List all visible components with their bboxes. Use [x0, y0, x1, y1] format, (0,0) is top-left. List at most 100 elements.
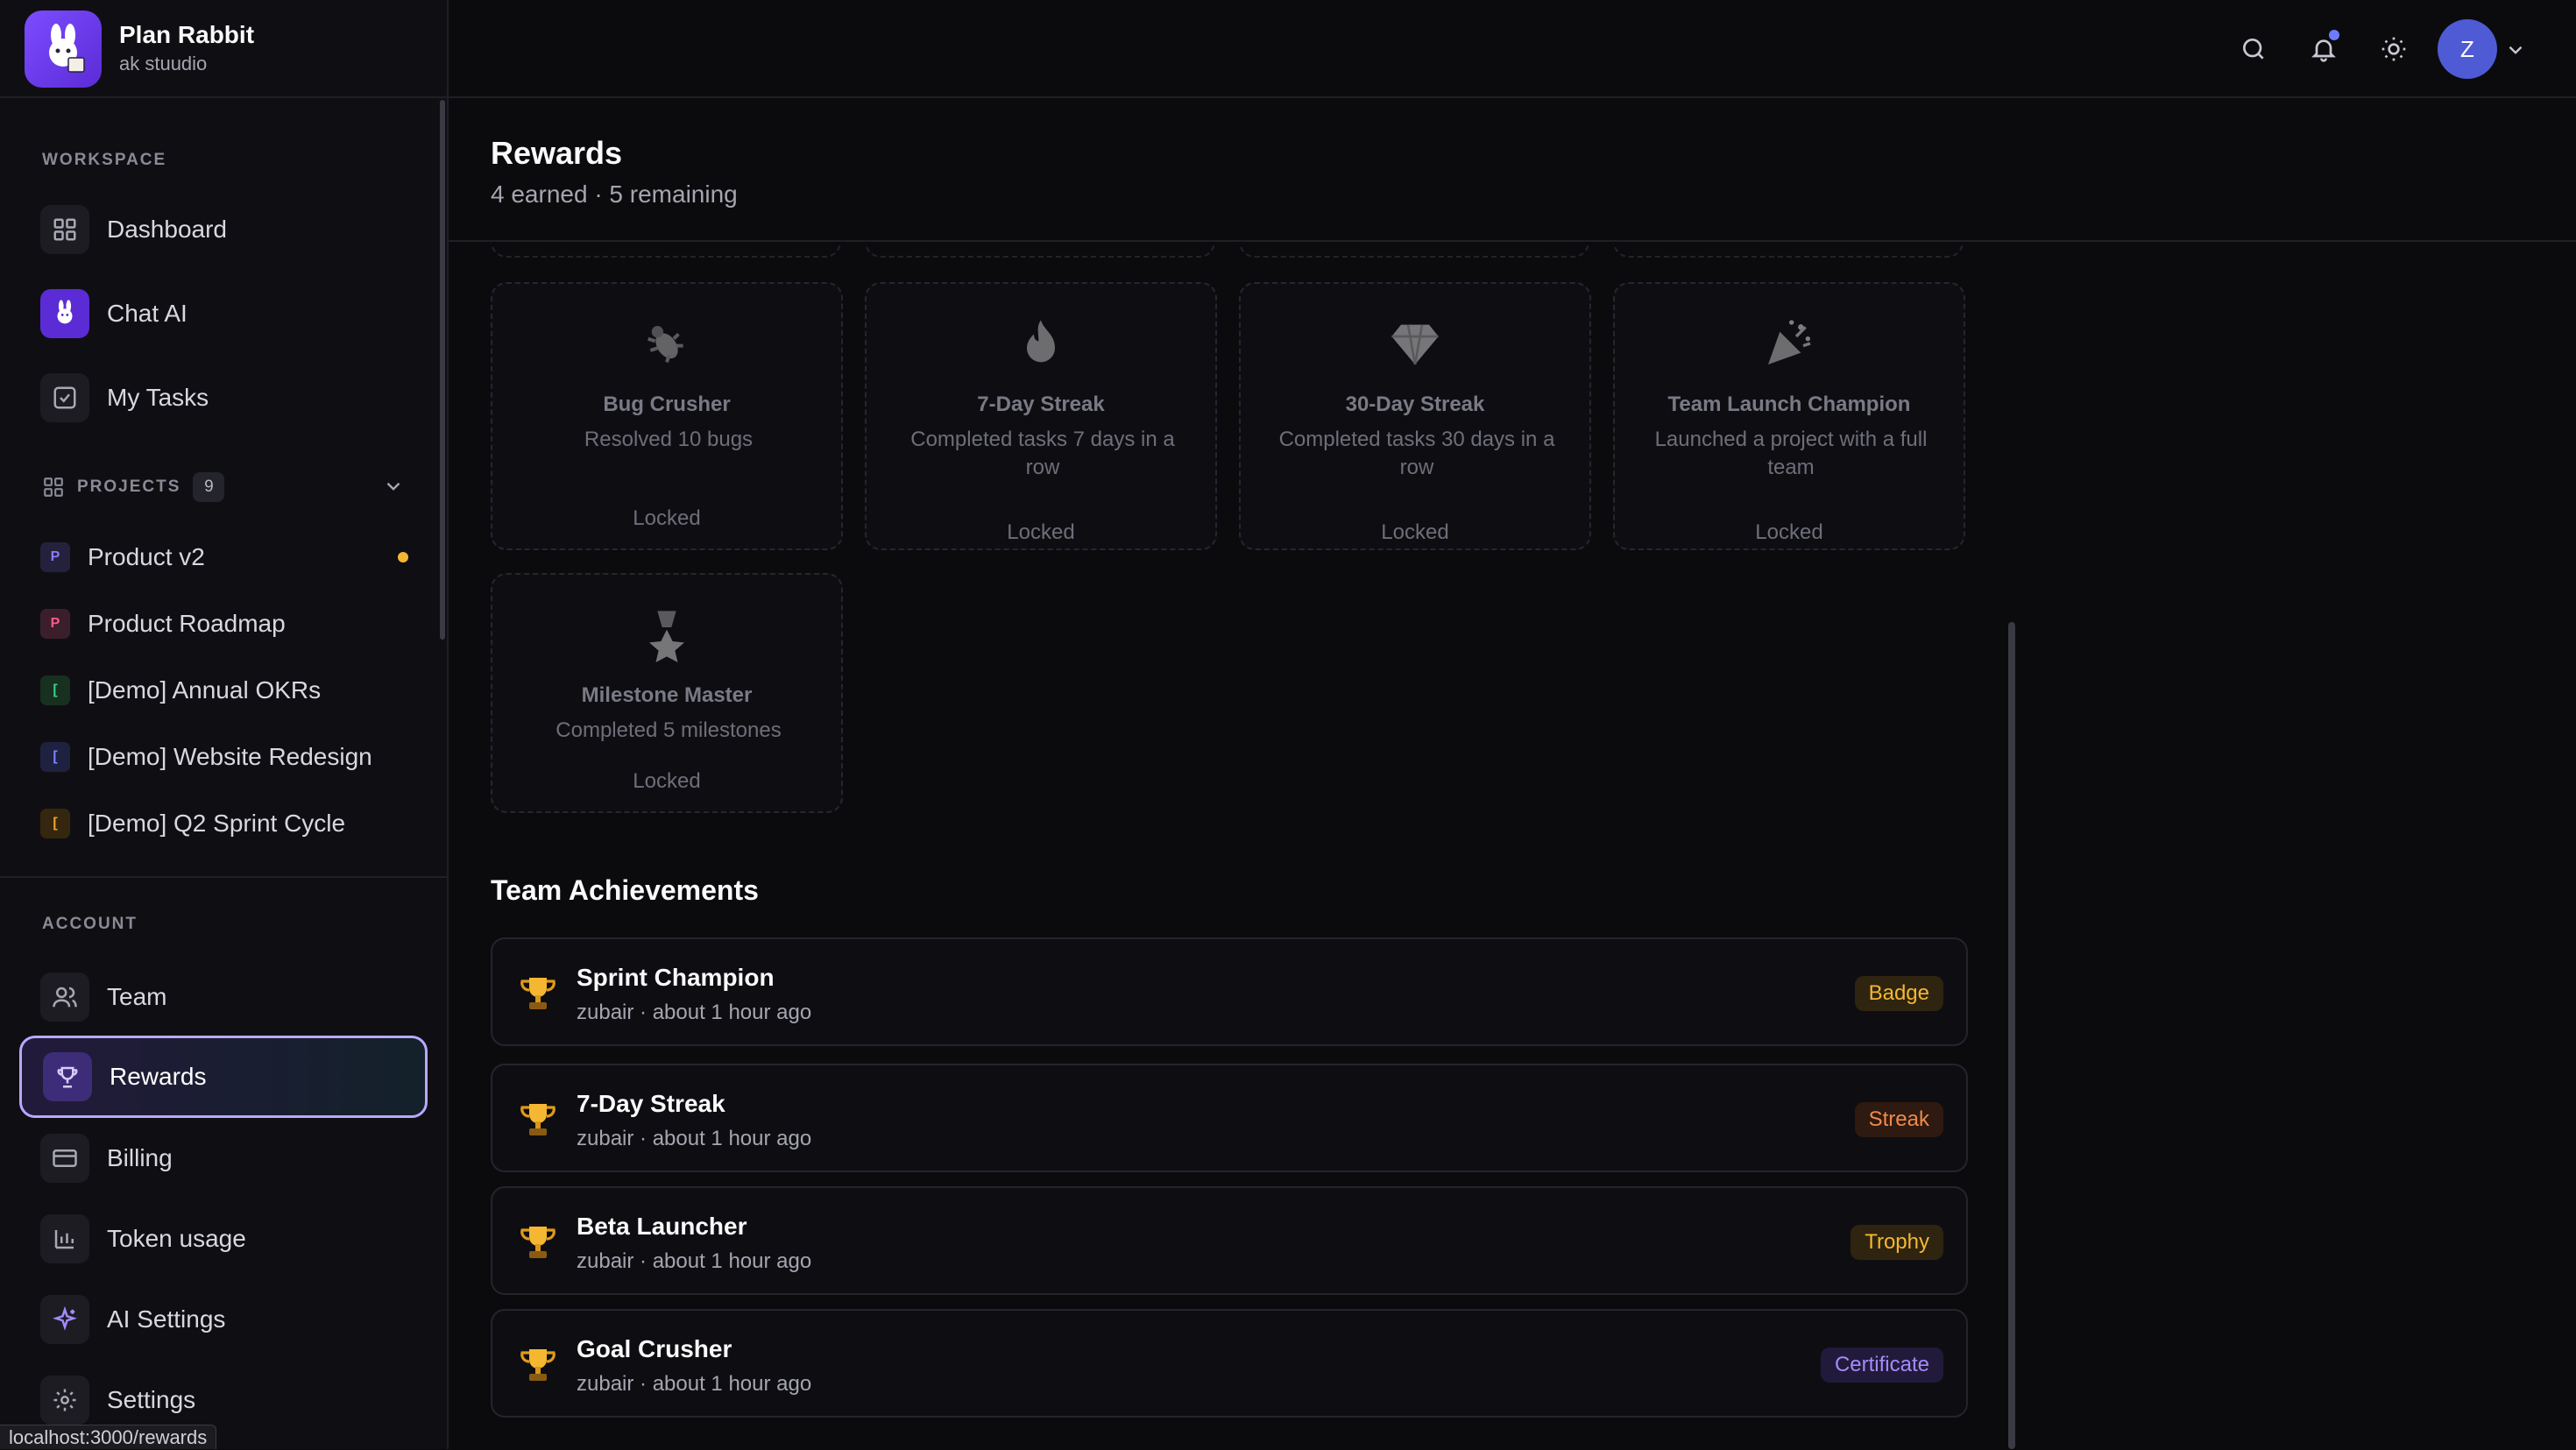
project-item-product-roadmap[interactable]: P Product Roadmap: [40, 598, 408, 650]
badge-description: Completed tasks 7 days in a row: [910, 428, 1175, 479]
nav-label: My Tasks: [107, 384, 209, 411]
unread-dot: [398, 552, 408, 562]
nav-label: Team: [107, 983, 167, 1010]
nav-my-tasks[interactable]: My Tasks: [19, 359, 428, 436]
projects-label: PROJECTS: [77, 477, 181, 496]
diamond-icon: [1241, 315, 1589, 371]
project-item-q2-sprint-cycle[interactable]: [ [Demo] Q2 Sprint Cycle: [40, 797, 408, 850]
workspace-name: ak stuudio: [119, 53, 208, 74]
page-subtitle: 4 earned · 5 remaining: [491, 180, 738, 208]
nav-rewards[interactable]: Rewards: [19, 1036, 428, 1118]
project-item-product-v2[interactable]: P Product v2: [40, 531, 408, 584]
trophy-icon: [513, 969, 563, 1018]
badge-card-partial: [1239, 244, 1589, 258]
achievement-row[interactable]: 7-Day Streak zubair · about 1 hour ago S…: [491, 1064, 1968, 1172]
nav-dashboard[interactable]: Dashboard: [19, 191, 428, 268]
badge-card-partial: [491, 244, 841, 258]
badge-description: Completed tasks 30 days in a row: [1278, 428, 1555, 479]
sidebar: Plan Rabbit ak stuudio WORKSPACE Dashboa…: [0, 0, 449, 1449]
achievement-row[interactable]: Beta Launcher zubair · about 1 hour ago …: [491, 1186, 1968, 1295]
credit-card-icon: [40, 1134, 89, 1183]
project-chip: [: [40, 675, 70, 705]
chevron-down-icon[interactable]: [382, 475, 405, 502]
project-chip: [: [40, 742, 70, 772]
sun-icon[interactable]: [2376, 32, 2411, 67]
users-icon: [40, 973, 89, 1022]
badge-card[interactable]: Team Launch Champion Launched a project …: [1613, 282, 1965, 550]
sparkles-icon: [40, 1295, 89, 1344]
nav-label: AI Settings: [107, 1305, 226, 1333]
rabbit-icon: [40, 289, 89, 338]
achievement-title: Goal Crusher: [577, 1335, 732, 1362]
nav-team[interactable]: Team: [19, 958, 428, 1036]
achievement-meta: zubair · about 1 hour ago: [577, 1127, 812, 1150]
brand-header[interactable]: Plan Rabbit ak stuudio: [0, 0, 447, 98]
achievement-meta: zubair · about 1 hour ago: [577, 1001, 812, 1024]
page-header: Rewards 4 earned · 5 remaining: [449, 98, 2576, 242]
nav-token-usage[interactable]: Token usage: [19, 1200, 428, 1277]
achievement-title: Sprint Champion: [577, 964, 775, 991]
project-name: [Demo] Website Redesign: [88, 743, 372, 770]
search-icon[interactable]: [2236, 32, 2271, 67]
achievement-type-badge: Badge: [1854, 976, 1943, 1011]
badge-status: Locked: [633, 769, 701, 793]
grid-icon: [40, 205, 89, 254]
project-name: Product v2: [88, 543, 205, 570]
nav-label: Billing: [107, 1144, 173, 1171]
badge-card[interactable]: Bug Crusher Resolved 10 bugs Locked: [491, 282, 843, 550]
nav-billing[interactable]: Billing: [19, 1120, 428, 1197]
badge-title: 30-Day Streak: [1345, 393, 1485, 416]
user-avatar[interactable]: Z: [2438, 19, 2497, 79]
sidebar-divider: [0, 876, 447, 878]
chevron-down-icon[interactable]: [2504, 39, 2527, 66]
gear-icon: [40, 1376, 89, 1425]
nav-label: Rewards: [110, 1063, 207, 1090]
notification-dot: [2329, 30, 2339, 40]
achievement-type-badge: Certificate: [1820, 1347, 1943, 1383]
checkbox-icon: [40, 373, 89, 422]
achievement-row[interactable]: Goal Crusher zubair · about 1 hour ago C…: [491, 1309, 1968, 1418]
project-chip: P: [40, 609, 70, 639]
nav-ai-settings[interactable]: AI Settings: [19, 1281, 428, 1358]
trophy-icon: [513, 1218, 563, 1267]
projects-header[interactable]: PROJECTS 9: [42, 470, 405, 505]
achievement-meta: zubair · about 1 hour ago: [577, 1249, 812, 1273]
badge-card-partial: [865, 244, 1215, 258]
nav-label: Token usage: [107, 1225, 246, 1252]
nav-label: Chat AI: [107, 300, 188, 327]
nav-chat-ai[interactable]: Chat AI: [19, 275, 428, 352]
badge-description: Completed 5 milestones: [556, 718, 782, 742]
content-scrollbar[interactable]: [2008, 622, 2015, 1449]
sidebar-scrollbar[interactable]: [440, 100, 445, 640]
main-content[interactable]: Bug Crusher Resolved 10 bugs Locked 7-Da…: [449, 244, 2576, 1449]
badge-card-partial: [1613, 244, 1964, 258]
nav-label: Settings: [107, 1386, 196, 1413]
project-name: Product Roadmap: [88, 610, 286, 637]
achievement-row[interactable]: Sprint Champion zubair · about 1 hour ag…: [491, 937, 1968, 1046]
account-section-label: ACCOUNT: [42, 915, 138, 933]
project-name: [Demo] Q2 Sprint Cycle: [88, 810, 346, 837]
status-bar-url: localhost:3000/rewards: [0, 1425, 217, 1449]
badge-status: Locked: [633, 506, 701, 530]
achievement-title: 7-Day Streak: [577, 1090, 725, 1117]
party-popper-icon: [1615, 315, 1964, 371]
bell-icon[interactable]: [2306, 30, 2341, 67]
page-title: Rewards: [491, 135, 623, 171]
medal-icon: [492, 606, 841, 662]
projects-count-badge: 9: [193, 472, 225, 502]
badge-card[interactable]: 30-Day Streak Completed tasks 30 days in…: [1239, 282, 1591, 550]
badge-status: Locked: [1381, 520, 1449, 544]
app-logo: [25, 11, 102, 88]
project-name: [Demo] Annual OKRs: [88, 676, 322, 704]
badge-card[interactable]: 7-Day Streak Completed tasks 7 days in a…: [865, 282, 1217, 550]
achievement-type-badge: Trophy: [1851, 1225, 1943, 1260]
badge-title: Team Launch Champion: [1667, 393, 1911, 416]
app-name: Plan Rabbit: [119, 21, 255, 48]
badge-card[interactable]: Milestone Master Completed 5 milestones …: [491, 573, 843, 813]
project-item-website-redesign[interactable]: [ [Demo] Website Redesign: [40, 731, 408, 783]
nav-label: Dashboard: [107, 216, 227, 243]
badge-description: Resolved 10 bugs: [584, 428, 754, 451]
bug-icon: [492, 315, 841, 371]
project-item-annual-okrs[interactable]: [ [Demo] Annual OKRs: [40, 664, 408, 717]
badge-description: Launched a project with a full team: [1654, 428, 1928, 479]
